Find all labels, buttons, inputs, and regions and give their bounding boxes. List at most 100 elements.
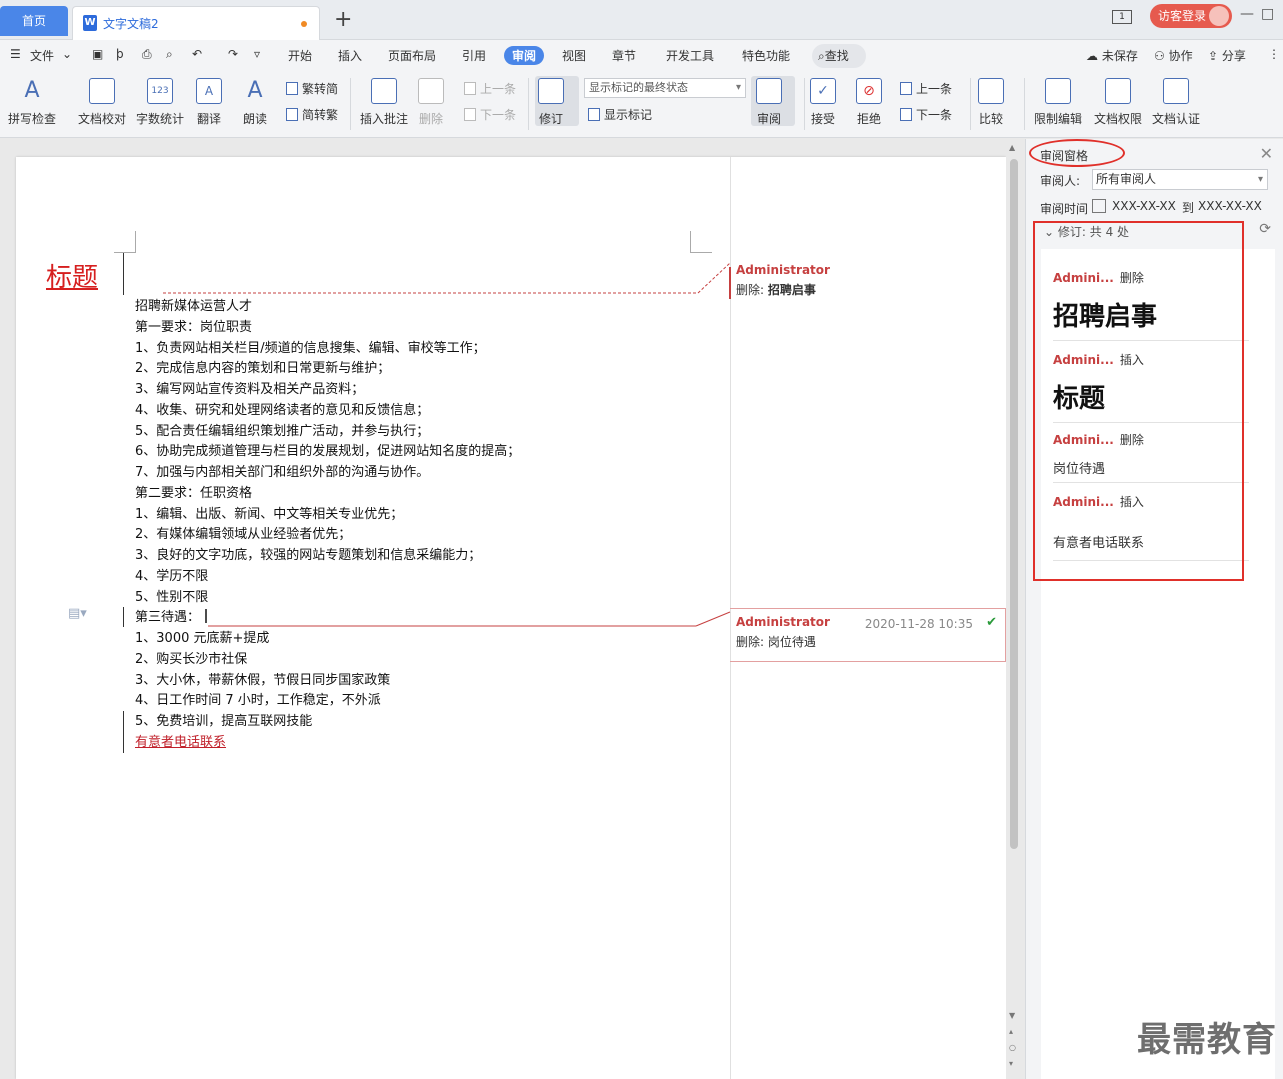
menu-developer[interactable]: 开发工具 [666, 47, 714, 64]
print-preview-icon[interactable]: ⌕ [166, 47, 173, 62]
paragraph[interactable]: 4、日工作时间 7 小时，工作稳定，不外派 [135, 689, 381, 708]
insert-comment-button[interactable]: 插入批注 [360, 78, 408, 127]
menu-page-layout[interactable]: 页面布局 [388, 47, 436, 64]
prev-comment-button[interactable]: 上一条 [464, 80, 516, 97]
paragraph[interactable]: 2、完成信息内容的策划和日常更新与维护； [135, 357, 390, 376]
paragraph[interactable]: 5、免费培训，提高互联网技能 [135, 710, 312, 729]
paragraph[interactable]: 第一要求：岗位职责 [135, 316, 252, 335]
paragraph[interactable]: 2、有媒体编辑领域从业经验者优先； [135, 523, 351, 542]
date-from[interactable]: XXX-XX-XX [1112, 199, 1176, 213]
scroll-up-icon[interactable]: ▲ [1009, 143, 1015, 152]
menu-file[interactable]: 文件 [30, 47, 54, 64]
menu-references[interactable]: 引用 [462, 47, 486, 64]
date-to[interactable]: XXX-XX-XX [1198, 199, 1262, 213]
paragraph[interactable]: 3、大小休，带薪休假，节假日同步国家政策 [135, 669, 390, 688]
share-label: 分享 [1221, 49, 1246, 63]
prev-page-icon[interactable]: ▴ [1009, 1027, 1013, 1036]
scrollbar-thumb[interactable] [1010, 159, 1018, 849]
next-comment-button[interactable]: 下一条 [464, 106, 516, 123]
prev-change-button[interactable]: 上一条 [900, 80, 952, 97]
undo-icon[interactable]: ↶ [192, 47, 202, 61]
restrict-editing-button[interactable]: 限制编辑 [1034, 78, 1082, 127]
document-title[interactable]: 标题 [46, 257, 98, 294]
close-icon[interactable]: ✕ [1260, 144, 1273, 163]
redo-icon[interactable]: ↷ [228, 47, 238, 61]
document-proofread-button[interactable]: 文档校对 [78, 78, 126, 127]
document-certify-label: 文档认证 [1152, 112, 1201, 126]
word-count-button[interactable]: 123 字数统计 [136, 78, 184, 127]
next-change-button[interactable]: 下一条 [900, 106, 952, 123]
trad-to-simp-button[interactable]: 繁转简 [286, 80, 338, 97]
paragraph[interactable]: 7、加强与内部相关部门和组织外部的沟通与协作。 [135, 461, 429, 480]
chevron-down-icon[interactable]: ⌄ [62, 47, 72, 61]
calendar-icon[interactable] [1092, 199, 1106, 213]
review-button[interactable]: 审阅 [756, 78, 782, 127]
maximize-icon[interactable]: □ [1261, 6, 1274, 22]
spell-check-button[interactable]: A 拼写检查 [8, 78, 56, 127]
paragraph[interactable]: 1、负责网站相关栏目/频道的信息搜集、编辑、审校等工作； [135, 337, 486, 356]
menu-start[interactable]: 开始 [288, 47, 312, 64]
paragraph-marker-icon[interactable]: ▤▾ [68, 606, 87, 621]
paragraph[interactable]: 4、收集、研究和处理网络读者的意见和反馈信息； [135, 399, 429, 418]
select-browse-icon[interactable]: ○ [1009, 1043, 1016, 1052]
next-page-icon[interactable]: ▾ [1009, 1059, 1013, 1068]
show-markup-icon [588, 108, 600, 121]
reject-button[interactable]: ⊘ 拒绝 [856, 78, 882, 127]
paragraph[interactable]: 6、协助完成频道管理与栏目的发展规划，促进网站知名度的提高； [135, 440, 520, 459]
accept-button[interactable]: ✓ 接受 [810, 78, 836, 127]
paragraph[interactable]: 第三待遇： [135, 606, 200, 625]
document-page[interactable]: 标题 招聘新媒体运营人才 第一要求：岗位职责 1、负责网站相关栏目/频道的信息搜… [16, 157, 1006, 1079]
search-button[interactable]: ⌕查找 [812, 44, 866, 68]
revision-balloon[interactable]: Administrator 2020-11-28 10:35 ✔ 删除: 岗位待… [730, 608, 1006, 662]
guest-login-button[interactable]: 访客登录 [1150, 4, 1232, 28]
paragraph[interactable]: 2、购买长沙市社保 [135, 648, 247, 667]
scroll-down-icon[interactable]: ▼ [1009, 1011, 1015, 1020]
tab-home[interactable]: 首页 [0, 6, 68, 36]
menu-special-features[interactable]: 特色功能 [742, 47, 790, 64]
menu-insert[interactable]: 插入 [338, 47, 362, 64]
paragraph[interactable]: 4、学历不限 [135, 565, 208, 584]
cloud-unsaved-button[interactable]: ☁ 未保存 [1086, 47, 1138, 64]
save-icon[interactable]: ▣ [92, 47, 103, 61]
paragraph[interactable]: 第二要求：任职资格 [135, 482, 252, 501]
menu-review[interactable]: 审阅 [504, 46, 545, 65]
paragraph[interactable]: 5、配合责任编辑组织策划推广活动，并参与执行； [135, 420, 429, 439]
paragraph[interactable]: 3、良好的文字功底，较强的网站专题策划和信息采编能力； [135, 544, 481, 563]
paragraph[interactable]: 1、3000 元底薪+提成 [135, 627, 269, 646]
track-changes-button[interactable]: 修订 [538, 78, 564, 127]
hamburger-icon[interactable]: ☰ [10, 47, 21, 61]
restrict-editing-label: 限制编辑 [1034, 112, 1083, 126]
document-permission-button[interactable]: 文档权限 [1094, 78, 1142, 127]
paragraph[interactable]: 5、性别不限 [135, 586, 208, 605]
reviewer-select[interactable]: 所有审阅人 [1092, 169, 1268, 190]
more-icon[interactable]: ⋮ [1268, 47, 1280, 61]
paragraph[interactable]: 招聘新媒体运营人才 [135, 295, 252, 314]
window-count-icon[interactable]: 1 [1112, 10, 1132, 24]
print-icon[interactable]: ⎙ [142, 47, 152, 62]
restrict-editing-icon [1045, 78, 1071, 104]
show-markup-button[interactable]: 显示标记 [588, 106, 652, 123]
paragraph[interactable]: 3、编写网站宣传资料及相关产品资料； [135, 378, 364, 397]
delete-comment-button[interactable]: 删除 [418, 78, 444, 127]
accept-check-icon[interactable]: ✔ [986, 615, 997, 630]
revision-balloon[interactable]: Administrator 删除: 招聘启事 [730, 261, 1006, 300]
collaborate-button[interactable]: ⚇ 协作 [1154, 47, 1193, 64]
simp-to-trad-button[interactable]: 简转繁 [286, 106, 338, 123]
menu-view[interactable]: 视图 [562, 47, 586, 64]
inserted-paragraph[interactable]: 有意者电话联系 [135, 731, 226, 750]
format-painter-icon[interactable]: ϸ [116, 47, 124, 61]
refresh-icon[interactable]: ⟳ [1259, 221, 1271, 237]
translate-button[interactable]: A 翻译 [196, 78, 222, 127]
menu-section[interactable]: 章节 [612, 47, 636, 64]
markup-display-select[interactable]: 显示标记的最终状态 [584, 78, 746, 98]
share-button[interactable]: ⇪ 分享 [1208, 47, 1246, 64]
vertical-scrollbar[interactable]: ▲ ▼ ▴ ○ ▾ [1006, 139, 1022, 1079]
compare-button[interactable]: 比较 [978, 78, 1004, 127]
paragraph[interactable]: 1、编辑、出版、新闻、中文等相关专业优先； [135, 503, 403, 522]
read-aloud-button[interactable]: A 朗读 [242, 78, 268, 127]
minimize-icon[interactable]: — [1240, 6, 1254, 22]
new-tab-button[interactable]: + [334, 8, 352, 32]
tab-document[interactable]: W 文字文稿2 [72, 6, 320, 40]
quick-access-more-icon[interactable]: ▿ [254, 47, 260, 61]
document-certify-button[interactable]: 文档认证 [1152, 78, 1200, 127]
